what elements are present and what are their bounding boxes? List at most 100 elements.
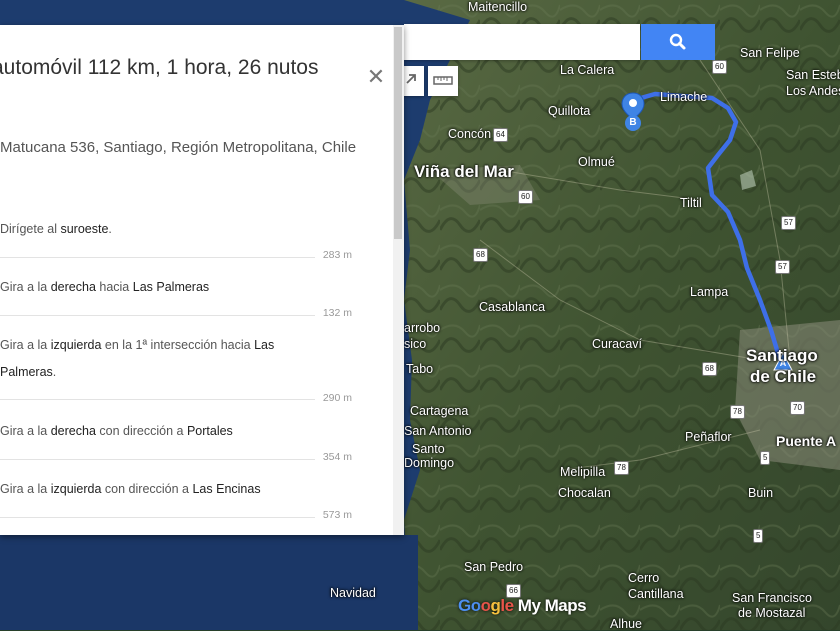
step-distance: 283 m xyxy=(322,249,352,261)
direction-step[interactable]: Gira a la izquierda con dirección a Las … xyxy=(0,465,360,523)
step-emphasis: derecha xyxy=(50,424,96,438)
map-label: Curacaví xyxy=(592,337,643,351)
route-shield: 60 xyxy=(518,190,533,204)
step-text-part: Gira a la xyxy=(0,280,51,294)
route-shield: 60 xyxy=(712,60,727,74)
map-label: La Calera xyxy=(560,63,615,77)
route-shield: 57 xyxy=(775,260,790,274)
step-divider xyxy=(0,315,315,316)
map-label: sico xyxy=(404,337,427,351)
map-label: Alhue xyxy=(610,617,642,631)
panel-scrollbar[interactable] xyxy=(393,25,404,535)
search-input[interactable] xyxy=(404,24,640,60)
map-label: Cartagena xyxy=(410,404,469,418)
map-label: Maitencillo xyxy=(468,0,528,14)
route-shield: 78 xyxy=(730,405,745,419)
step-text: Gira a la derecha hacia Las Palmeras xyxy=(0,274,310,301)
route-shield: 70 xyxy=(790,401,805,415)
map-label: San Pedro xyxy=(464,560,524,574)
step-text-part: Gira a la xyxy=(0,482,51,496)
step-text: Gira a la derecha con dirección a Portal… xyxy=(0,418,310,445)
step-divider xyxy=(0,517,315,518)
map-label: Tabo xyxy=(406,362,434,376)
origin-address: Matucana 536, Santiago, Región Metropoli… xyxy=(0,139,357,156)
close-button[interactable]: ✕ xyxy=(366,64,386,89)
map-label: de Chile xyxy=(750,367,817,386)
ruler-icon xyxy=(433,76,453,85)
route-shield: 68 xyxy=(473,248,488,262)
step-text-part: con dirección a xyxy=(95,424,187,438)
search-button[interactable] xyxy=(641,24,715,60)
step-distance: 573 m xyxy=(322,509,352,521)
scrollbar-thumb[interactable] xyxy=(394,27,402,239)
map-label: Limache xyxy=(660,90,708,104)
watermark-part: My Maps xyxy=(513,596,587,615)
step-text: Gira a la izquierda en la 1ª intersecció… xyxy=(0,332,310,386)
map-label: Puente A xyxy=(776,433,837,449)
route-shield: 57 xyxy=(781,216,796,230)
step-text: Dirígete al suroeste. xyxy=(0,216,310,243)
step-emphasis: Las Palmeras xyxy=(132,280,210,294)
map-label: San Antonio xyxy=(404,424,472,438)
google-my-maps-watermark: Google My Maps xyxy=(458,596,587,616)
map-label: Buin xyxy=(748,486,774,500)
step-text-part: Gira a la xyxy=(0,338,51,352)
map-label: Melipilla xyxy=(560,465,606,479)
route-shield: 64 xyxy=(493,128,508,142)
map-label: Concón xyxy=(448,127,492,141)
map-label: Chocalan xyxy=(558,486,611,500)
step-distance: 290 m xyxy=(322,392,352,404)
map-label: Santo xyxy=(412,442,445,456)
step-text-part: . xyxy=(108,222,112,236)
step-text: Gira a la izquierda con dirección a Las … xyxy=(0,476,310,503)
route-shield: 68 xyxy=(702,362,717,376)
step-emphasis: izquierda xyxy=(50,338,102,352)
step-emphasis: derecha xyxy=(50,280,96,294)
search-icon xyxy=(669,33,686,50)
step-emphasis: izquierda xyxy=(50,482,102,496)
map-label: San Esteb xyxy=(786,68,840,82)
watermark-part: o xyxy=(480,596,491,615)
map-label: Cantillana xyxy=(628,587,684,601)
direction-step[interactable]: Gira a la izquierda en la 1ª intersecció… xyxy=(0,321,360,407)
directions-panel: automóvil 112 km, 1 hora, 26 nutos ✕ Mat… xyxy=(0,25,404,535)
step-emphasis: Las Encinas xyxy=(192,482,261,496)
direction-step[interactable]: Gira a la derecha hacia Las Palmeras 132… xyxy=(0,263,360,321)
step-text-part: hacia xyxy=(95,280,133,294)
map-label: Santiago xyxy=(746,346,818,365)
directions-steps: Dirígete al suroeste. 283 m Gira a la de… xyxy=(0,205,360,523)
map-label: Quillota xyxy=(548,104,591,118)
step-divider xyxy=(0,399,315,400)
close-icon: ✕ xyxy=(366,64,386,89)
step-text-part: con dirección a xyxy=(101,482,193,496)
map-label: Lampa xyxy=(690,285,729,299)
destination-marker-label: B xyxy=(629,117,637,128)
watermark-part: g xyxy=(490,596,501,615)
step-emphasis: suroeste xyxy=(60,222,109,236)
step-distance: 354 m xyxy=(322,451,352,463)
map-label: Olmué xyxy=(578,155,615,169)
step-divider xyxy=(0,257,315,258)
destination-marker[interactable]: B xyxy=(620,92,646,132)
route-shield: 5 xyxy=(753,529,764,543)
map-label: Cerro xyxy=(628,571,660,585)
route-title: automóvil 112 km, 1 hora, 26 nutos xyxy=(0,56,319,79)
map-label: Los Andes xyxy=(786,84,840,98)
map-label: Casablanca xyxy=(479,300,546,314)
map-label: San Felipe xyxy=(740,46,800,60)
map-label: de Mostazal xyxy=(738,606,806,620)
step-emphasis: Portales xyxy=(186,424,233,438)
step-distance: 132 m xyxy=(322,307,352,319)
measure-button[interactable] xyxy=(428,66,458,96)
step-text-part: Dirígete al xyxy=(0,222,61,236)
step-text-part: . xyxy=(52,365,57,379)
map-label: Viña del Mar xyxy=(414,162,514,181)
step-text-part: en la 1ª intersección hacia xyxy=(101,338,255,352)
map-label: San Francisco xyxy=(732,591,812,605)
watermark-part: le xyxy=(500,596,514,615)
direction-step[interactable]: Gira a la derecha con dirección a Portal… xyxy=(0,407,360,465)
map-label: Tiltil xyxy=(680,196,702,210)
step-text-part: Gira a la xyxy=(0,424,51,438)
map-label: Peñaflor xyxy=(685,430,732,444)
direction-step[interactable]: Dirígete al suroeste. 283 m xyxy=(0,205,360,263)
